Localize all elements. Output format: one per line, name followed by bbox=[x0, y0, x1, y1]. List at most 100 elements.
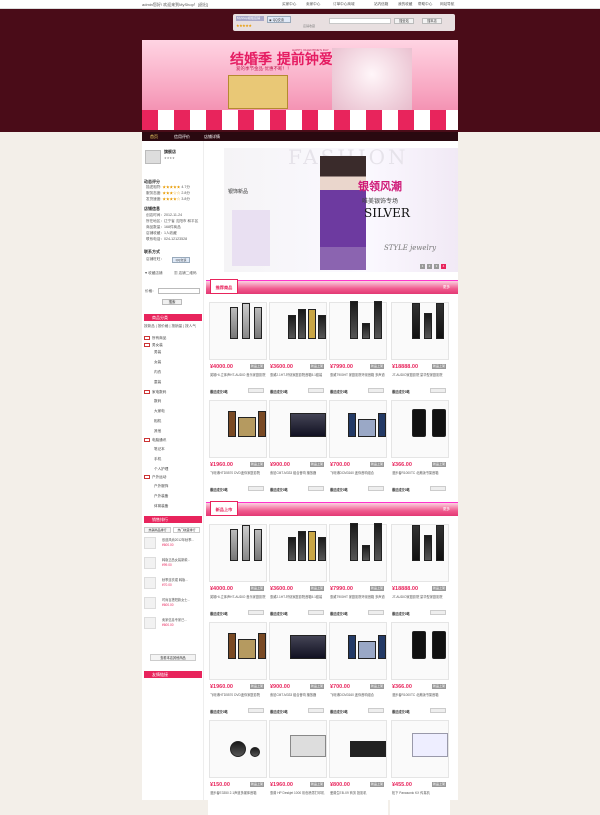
product-name[interactable]: JT-AUDIO家庭影院 豪华型家庭影院 bbox=[392, 373, 448, 377]
product-name[interactable]: 惠威T900HT 家庭影院环绕音箱 多声道 bbox=[330, 595, 386, 599]
add-to-cart-button[interactable] bbox=[430, 486, 446, 491]
category-subitem[interactable]: 户外装备 bbox=[154, 494, 168, 499]
product-image[interactable] bbox=[391, 400, 449, 458]
rank-tab-favorites[interactable]: 热门收藏排行 bbox=[173, 527, 200, 533]
more-link[interactable]: 更多 bbox=[443, 507, 450, 512]
expand-icon[interactable] bbox=[144, 475, 150, 479]
contact-qq-button[interactable]: QQ交谈 bbox=[172, 257, 190, 263]
category-item[interactable]: 男女装 bbox=[152, 343, 163, 348]
add-to-cart-button[interactable] bbox=[368, 388, 384, 393]
product-card[interactable]: ¥800.00 新品上架 爱普生EB-X9 商务 投影机 bbox=[328, 719, 388, 815]
product-card[interactable]: ¥18888.00 新品上架 JT-AUDIO家庭影院 豪华型家庭影院 最近成交0笔 bbox=[390, 523, 450, 619]
view-more-button[interactable]: 查看本店其他商品 bbox=[150, 654, 196, 661]
nav-sitemap[interactable]: 网站导航 bbox=[440, 2, 454, 7]
nav-orders[interactable]: 订单中心商城 bbox=[333, 2, 355, 7]
product-image[interactable] bbox=[329, 400, 387, 458]
product-card[interactable]: ¥700.00 新品上架 飞利浦DCM3160 迷你音响组合 最近成交0笔 bbox=[328, 399, 388, 495]
product-name[interactable]: 漫步者R1000TC 北美版书架音箱 bbox=[392, 693, 448, 697]
nav-buyer-center[interactable]: 买家中心 bbox=[282, 2, 296, 7]
category-subitem[interactable]: 手机 bbox=[154, 457, 161, 462]
product-image[interactable] bbox=[391, 622, 449, 680]
product-name[interactable]: 飞利浦HTD5570 DVD迷你家庭影院 bbox=[210, 693, 266, 697]
rank-thumb[interactable] bbox=[144, 597, 156, 609]
price-search-button[interactable]: 搜索 bbox=[162, 299, 182, 305]
search-shop-button[interactable]: 搜本店 bbox=[422, 18, 442, 24]
product-image[interactable] bbox=[391, 524, 449, 582]
category-subitem[interactable]: 内衣 bbox=[154, 370, 161, 375]
product-image[interactable] bbox=[269, 400, 327, 458]
category-subitem[interactable]: 个人护理 bbox=[154, 467, 168, 472]
add-to-cart-button[interactable] bbox=[430, 388, 446, 393]
add-to-cart-button[interactable] bbox=[308, 388, 324, 393]
add-to-cart-button[interactable] bbox=[430, 708, 446, 713]
add-to-cart-button[interactable] bbox=[248, 610, 264, 615]
product-image[interactable] bbox=[269, 524, 327, 582]
product-card[interactable]: ¥366.00 新品上架 漫步者R1000TC 北美版书架音箱 最近成交0笔 bbox=[390, 399, 450, 495]
product-name[interactable]: 爱普生EB-X9 商务 投影机 bbox=[330, 791, 386, 795]
product-name[interactable]: 惠威T900HT 家庭影院环绕音箱 多声道 bbox=[330, 373, 386, 377]
category-item[interactable]: 电脑通讯 bbox=[152, 438, 166, 443]
product-card[interactable]: ¥900.00 新品上架 索尼CMT-M333 组合音响 播放器 最近成交0笔 bbox=[268, 399, 328, 495]
slide-dot[interactable]: 1 bbox=[420, 264, 425, 269]
product-card[interactable]: ¥4000.00 新品上架 英雄HI-立体声HT-AUDIO 音乐家庭影院 最近成交0… bbox=[208, 301, 268, 397]
product-image[interactable] bbox=[329, 301, 387, 360]
qq-chat-button[interactable]: ◉ QQ交谈 bbox=[267, 16, 291, 23]
nav-favorites[interactable]: 我的收藏 bbox=[398, 2, 412, 7]
search-input[interactable] bbox=[329, 18, 391, 24]
tab-shop-details[interactable]: 店铺详情 bbox=[204, 134, 220, 140]
product-name[interactable]: JT-AUDIO家庭影院 豪华型家庭影院 bbox=[392, 595, 448, 599]
add-to-cart-button[interactable] bbox=[248, 486, 264, 491]
nav-messages[interactable]: 站内信箱 bbox=[374, 2, 388, 7]
product-card[interactable]: ¥700.00 新品上架 飞利浦DCM3160 迷你音响组合 最近成交0笔 bbox=[328, 621, 388, 717]
add-to-cart-button[interactable] bbox=[308, 708, 324, 713]
product-name[interactable]: 漫步者E3350 2.1声道多媒体音箱 bbox=[210, 791, 266, 795]
product-image[interactable] bbox=[209, 622, 267, 680]
product-card[interactable]: ¥1960.00 新品上架 飞利浦HTD5570 DVD迷你家庭影院 最近成交0笔 bbox=[208, 621, 268, 717]
sort-tab[interactable]: 按价格 bbox=[158, 324, 169, 328]
add-to-cart-button[interactable] bbox=[368, 610, 384, 615]
rank-name[interactable]: 卖家信息专家已... bbox=[162, 617, 187, 622]
expand-icon[interactable] bbox=[144, 438, 150, 442]
slide-dot[interactable]: 4 bbox=[441, 264, 446, 269]
category-item[interactable]: 家电数码 bbox=[152, 390, 166, 395]
add-to-cart-button[interactable] bbox=[248, 708, 264, 713]
sort-tab[interactable]: 按人气 bbox=[185, 324, 196, 328]
category-subitem[interactable]: 其他 bbox=[154, 429, 161, 434]
product-image[interactable] bbox=[209, 720, 267, 778]
rank-thumb[interactable] bbox=[144, 617, 156, 629]
slide-dot[interactable]: 3 bbox=[434, 264, 439, 269]
product-name[interactable]: 漫步者R1000TC 北美版书架音箱 bbox=[392, 471, 448, 475]
product-name[interactable]: 英雄HI-立体声HT-AUDIO 音乐家庭影院 bbox=[210, 595, 266, 599]
product-image[interactable] bbox=[269, 302, 327, 360]
category-subitem[interactable]: 男装 bbox=[154, 350, 161, 355]
add-to-cart-button[interactable] bbox=[308, 610, 324, 615]
add-to-cart-button[interactable] bbox=[430, 610, 446, 615]
expand-icon[interactable] bbox=[144, 336, 150, 340]
slide-dot[interactable]: 2 bbox=[427, 264, 432, 269]
product-image[interactable] bbox=[269, 622, 327, 680]
category-subitem[interactable]: 大家电 bbox=[154, 409, 165, 414]
rank-tab-sales[interactable]: 热销商品排行 bbox=[144, 527, 171, 533]
product-name[interactable]: 松下 Panasonic KX 传真机 bbox=[392, 791, 448, 795]
product-image[interactable] bbox=[391, 720, 449, 778]
category-subitem[interactable]: 数码 bbox=[154, 399, 161, 404]
search-all-button[interactable]: 搜全站 bbox=[394, 18, 414, 24]
rank-thumb[interactable] bbox=[144, 557, 156, 569]
add-to-cart-button[interactable] bbox=[248, 388, 264, 393]
product-card[interactable]: ¥455.00 新品上架 松下 Panasonic KX 传真机 bbox=[390, 719, 450, 815]
category-subitem[interactable]: 女装 bbox=[154, 360, 161, 365]
category-subitem[interactable]: 笔记本 bbox=[154, 447, 165, 452]
product-card[interactable]: ¥150.00 新品上架 漫步者E3350 2.1声道多媒体音箱 bbox=[208, 719, 268, 815]
add-to-cart-button[interactable] bbox=[308, 486, 324, 491]
rank-thumb[interactable] bbox=[144, 537, 156, 549]
product-name[interactable]: 英雄HI-立体声HT-AUDIO 音乐家庭影院 bbox=[210, 373, 266, 377]
tab-credit[interactable]: 信用评价 bbox=[174, 134, 190, 140]
category-subitem[interactable]: 童装 bbox=[154, 380, 161, 385]
nav-seller-center[interactable]: 卖家中心 bbox=[306, 2, 320, 7]
hero-banner[interactable]: FASHION 银饰新品 银领风潮 唯美银饰专场 SILVER STYLE je… bbox=[224, 148, 458, 272]
add-to-cart-button[interactable] bbox=[368, 486, 384, 491]
expand-icon[interactable] bbox=[144, 343, 150, 347]
shop-name[interactable]: MyShop模板店铺 bbox=[236, 16, 264, 21]
product-name[interactable]: 惠威2.1HT-环绕家庭影院音箱5.1套装 bbox=[270, 595, 326, 599]
product-name[interactable]: 飞利浦DCM3160 迷你音响组合 bbox=[330, 471, 386, 475]
